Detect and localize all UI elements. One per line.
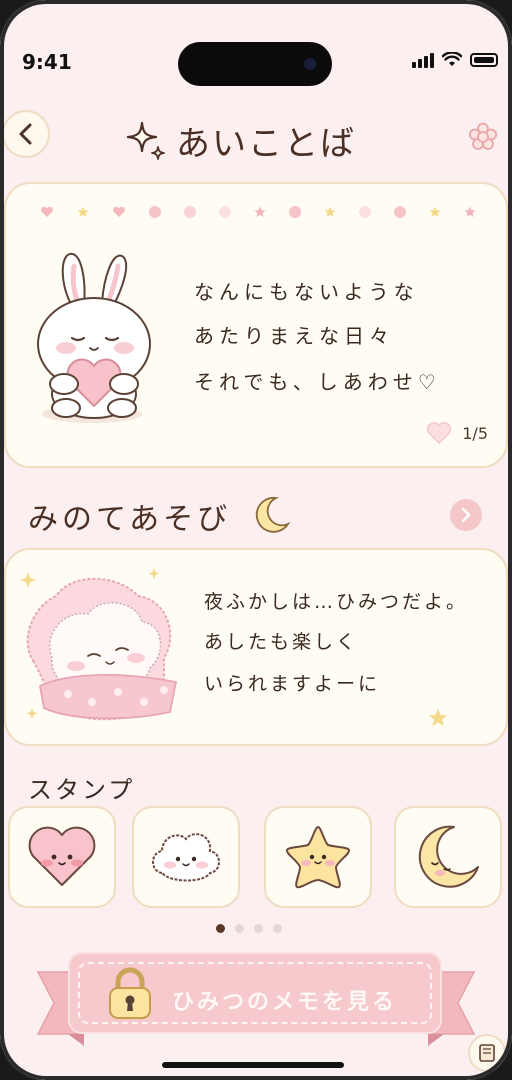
wifi-icon bbox=[442, 52, 462, 66]
sparkle-icon bbox=[126, 121, 165, 160]
quote-line: それでも、しあわせ♡ bbox=[194, 370, 441, 394]
star-decoration-icon bbox=[429, 709, 447, 726]
stamps-title: スタンプ bbox=[28, 776, 136, 804]
chevron-left-icon bbox=[19, 123, 32, 145]
stamps-pagination bbox=[216, 924, 282, 933]
bunny-hugging-heart-illustration bbox=[37, 253, 151, 423]
page-dot[interactable] bbox=[216, 924, 225, 933]
dynamic-island bbox=[178, 42, 332, 86]
memo-button-label: ひみつのメモを見る bbox=[172, 990, 398, 1015]
page-indicator: 1/5 bbox=[462, 423, 488, 443]
stamp-star[interactable] bbox=[264, 806, 372, 908]
battery-icon bbox=[470, 53, 498, 67]
heart-like-icon[interactable] bbox=[426, 422, 452, 444]
next-button[interactable] bbox=[450, 499, 482, 531]
moon-stamp-icon bbox=[418, 825, 479, 888]
flower-settings-icon[interactable] bbox=[468, 122, 498, 152]
quote-pager: 1/5 bbox=[426, 422, 488, 444]
status-icons bbox=[412, 52, 498, 68]
stamp-cloud[interactable] bbox=[132, 806, 240, 908]
stamp-moon[interactable] bbox=[394, 806, 502, 908]
page-dot[interactable] bbox=[273, 924, 282, 933]
page-title: あいことば bbox=[176, 124, 356, 164]
page-dot[interactable] bbox=[235, 924, 244, 933]
header: あいことば bbox=[0, 108, 512, 168]
page-dot[interactable] bbox=[254, 924, 263, 933]
status-time: 9:41 bbox=[22, 50, 72, 74]
sleeping-cloud-illustration bbox=[20, 568, 178, 721]
page-title-group: あいことば bbox=[124, 116, 356, 165]
moon-icon bbox=[255, 496, 291, 533]
quote-line: あたりまえな日々 bbox=[194, 324, 394, 348]
heart-stamp-icon bbox=[28, 826, 96, 886]
back-button[interactable] bbox=[2, 110, 50, 158]
night-text-line: 夜ふかしは…ひみつだよ。 bbox=[204, 591, 469, 613]
signal-icon bbox=[412, 52, 434, 68]
home-indicator[interactable] bbox=[162, 1062, 344, 1068]
cloud-stamp-icon bbox=[152, 833, 220, 882]
night-text-line: あしたも楽しく bbox=[204, 631, 359, 653]
stamp-heart[interactable] bbox=[8, 806, 116, 908]
bunting-decoration bbox=[40, 206, 476, 218]
star-stamp-icon bbox=[286, 826, 350, 889]
lock-icon bbox=[109, 967, 151, 1019]
status-bar: 9:41 bbox=[0, 38, 512, 86]
night-text-line: いられますよーに bbox=[204, 673, 381, 695]
phone-screen: 9:41 あいことば なんにもないような あたりまえな日々 それでも、しあわせ♡… bbox=[0, 0, 512, 1080]
notebook-icon bbox=[479, 1044, 495, 1062]
notebook-button[interactable] bbox=[468, 1034, 506, 1072]
section-title: みのてあそび bbox=[28, 502, 232, 537]
chevron-right-icon bbox=[461, 507, 471, 523]
quote-line: なんにもないような bbox=[194, 280, 419, 304]
